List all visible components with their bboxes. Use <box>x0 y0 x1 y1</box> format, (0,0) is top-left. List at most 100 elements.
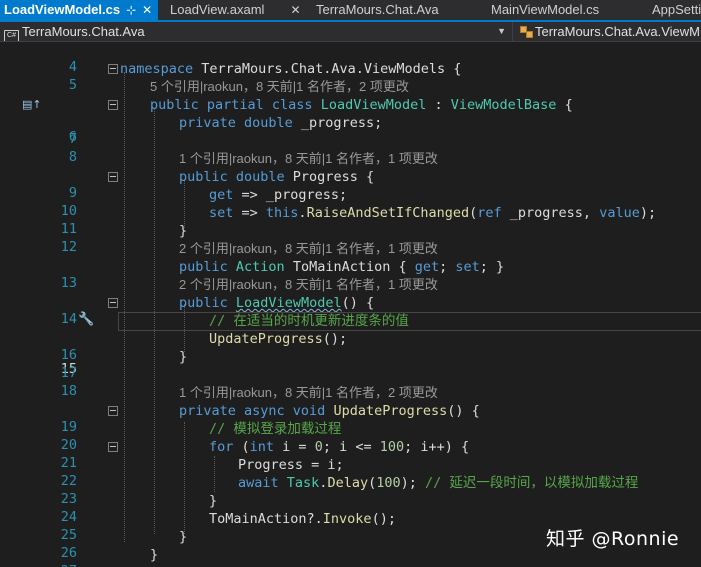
csharp-project-icon: C# <box>4 30 19 41</box>
punctuation: . <box>298 205 307 221</box>
codelens-info[interactable]: 1 个引用|raokun，8 天前|1 名作者，2 项更改 <box>179 384 438 402</box>
tab-label: AppSetti <box>652 2 701 17</box>
method-name: Invoke <box>322 511 372 527</box>
keyword: set <box>209 205 234 221</box>
punctuation: () { <box>341 295 375 311</box>
code-line-current: 🔧 15 // 在适当的时机更新进度条的值 <box>0 312 701 377</box>
codelens-info[interactable]: 5 个引用|raokun，8 天前|1 名作者，2 项更改 <box>150 78 409 96</box>
codelens-info[interactable]: 2 个引用|raokun，8 天前|1 名作者，1 项更改 <box>179 276 438 294</box>
collapse-toggle[interactable] <box>108 64 118 74</box>
chevron-down-icon: ▼ <box>497 26 506 36</box>
code-line: 13 public Action ToMainAction { get; set… <box>0 258 701 291</box>
punctuation: { <box>556 97 573 113</box>
constructor-name: LoadViewModel <box>235 295 342 311</box>
keyword: public partial class <box>150 97 313 113</box>
code-text: _progress, <box>501 205 600 221</box>
codelens-info[interactable]: 2 个引用|raokun，8 天前|1 名作者，1 项更改 <box>179 240 438 258</box>
close-icon[interactable]: ✕ <box>142 0 152 20</box>
pin-icon[interactable]: ⊹ <box>126 0 136 20</box>
code-line: 17 } <box>0 348 701 381</box>
punctuation: (); <box>322 331 348 347</box>
document-tab-bar: LoadViewModel.cs ⊹ ✕ LoadView.axaml ✕ Terra… <box>0 0 701 22</box>
punctuation: } <box>179 529 188 545</box>
tab-label: MainViewModel.cs <box>491 2 600 17</box>
type-name: Action <box>235 259 285 275</box>
keyword: await <box>238 475 279 491</box>
code-line: 21 for (int i = 0; i <= 100; i++) { <box>0 438 701 471</box>
zhihu-watermark: 知乎 @Ronnie <box>546 528 680 550</box>
code-text: i = <box>274 439 315 455</box>
tab-appsettings[interactable]: AppSetti <box>652 0 701 20</box>
navigation-bar: C# TerraMours.Chat.Ava ▼ TerraMours.Chat.… <box>0 22 701 42</box>
keyword: private double <box>179 115 293 131</box>
property-name: ToMainAction { <box>284 259 415 275</box>
punctuation: ); <box>639 205 657 221</box>
code-line: 24 } <box>0 492 701 525</box>
code-line: 11 set => this.RaiseAndSetIfChanged(ref … <box>0 204 701 237</box>
punctuation: } <box>209 493 218 509</box>
code-line: 4 <box>0 42 701 75</box>
punctuation: () { <box>447 403 480 419</box>
field-name: _progress; <box>292 115 383 131</box>
punctuation: } <box>179 223 188 239</box>
tab-loadview-axaml[interactable]: LoadView.axaml ✕ <box>170 0 301 20</box>
code-line: 14 public LoadViewModel() { <box>0 294 701 327</box>
code-text: ; i <= <box>322 439 380 455</box>
code-line: 18 <box>0 366 701 399</box>
code-text: ToMainAction?. <box>209 511 323 527</box>
class-icon <box>520 26 533 38</box>
current-line-highlight <box>118 312 701 331</box>
code-line: 23 await Task.Delay(100); // 延迟一段时间，以模拟加… <box>0 474 701 507</box>
type-name: Task <box>286 475 320 491</box>
collapse-toggle[interactable] <box>108 442 118 452</box>
collapse-toggle[interactable] <box>108 406 118 416</box>
keyword: private async void <box>179 403 326 419</box>
collapse-toggle[interactable] <box>108 172 118 182</box>
method-name: UpdateProgress <box>209 331 323 347</box>
code-text: => _progress; <box>233 187 348 203</box>
code-line: 16 UpdateProgress(); <box>0 330 701 363</box>
code-text: ; i++) { <box>404 439 470 455</box>
screwdriver-quick-actions-icon[interactable]: 🔧 <box>78 312 94 327</box>
keyword: set <box>455 259 480 275</box>
close-icon[interactable]: ✕ <box>290 0 300 20</box>
code-text: Progress = i; <box>238 457 344 473</box>
tab-label: LoadView.axaml <box>170 2 265 17</box>
punctuation: } <box>179 349 188 365</box>
keyword: namespace <box>120 61 194 77</box>
tab-terramours-chat-ava[interactable]: TerraMours.Chat.Ava <box>316 0 439 20</box>
punctuation: ; } <box>479 259 505 275</box>
code-editor[interactable]: 4 5 namespace TerraMours.Chat.Ava.ViewMo… <box>0 42 701 567</box>
code-line: ▤↑ 6 public partial class LoadViewModel … <box>0 96 701 145</box>
keyword: this <box>265 205 299 221</box>
keyword: public <box>179 259 228 275</box>
tab-label: LoadViewModel.cs <box>4 2 121 17</box>
keyword: get <box>209 187 234 203</box>
codelens-line: 2 个引用|raokun，8 天前|1 名作者，1 项更改 <box>0 276 701 294</box>
codelens-line: 1 个引用|raokun，8 天前|1 名作者，2 项更改 <box>0 384 701 402</box>
namespace-name: TerraMours.Chat.Ava.ViewModels { <box>193 61 462 77</box>
code-line: 10 get => _progress; <box>0 186 701 219</box>
number-literal: 0 <box>314 439 323 455</box>
code-line: 19 private async void UpdateProgress() { <box>0 402 701 435</box>
type-name: TerraMours.Chat.Ava.ViewM <box>535 24 700 39</box>
collapse-toggle[interactable] <box>108 100 118 110</box>
codelens-info[interactable]: 1 个引用|raokun，8 天前|1 名作者，1 项更改 <box>179 150 438 168</box>
keyword: int <box>249 439 275 455</box>
keyword: for <box>209 439 234 455</box>
code-line: 12 } <box>0 222 701 255</box>
project-dropdown[interactable]: C# TerraMours.Chat.Ava ▼ <box>0 22 513 41</box>
code-line: 8 <box>0 132 701 165</box>
comment: // 延迟一段时间，以模拟加载过程 <box>425 475 639 491</box>
method-name: RaiseAndSetIfChanged <box>306 205 470 221</box>
tab-mainviewmodel[interactable]: MainViewModel.cs <box>491 0 599 20</box>
implementation-icon[interactable]: ▤↑ <box>22 98 42 111</box>
keyword: public double <box>179 169 285 185</box>
code-line: 9 public double Progress { <box>0 168 701 201</box>
codelens-line: 1 个引用|raokun，8 天前|1 名作者，1 项更改 <box>0 150 701 168</box>
type-dropdown[interactable]: TerraMours.Chat.Ava.ViewM <box>514 22 701 41</box>
tab-loadviewmodel[interactable]: LoadViewModel.cs ⊹ ✕ <box>0 0 159 20</box>
collapse-toggle[interactable] <box>108 298 118 308</box>
code-line: 20 // 模拟登录加载过程 <box>0 420 701 453</box>
comment: // 模拟登录加载过程 <box>209 421 342 437</box>
